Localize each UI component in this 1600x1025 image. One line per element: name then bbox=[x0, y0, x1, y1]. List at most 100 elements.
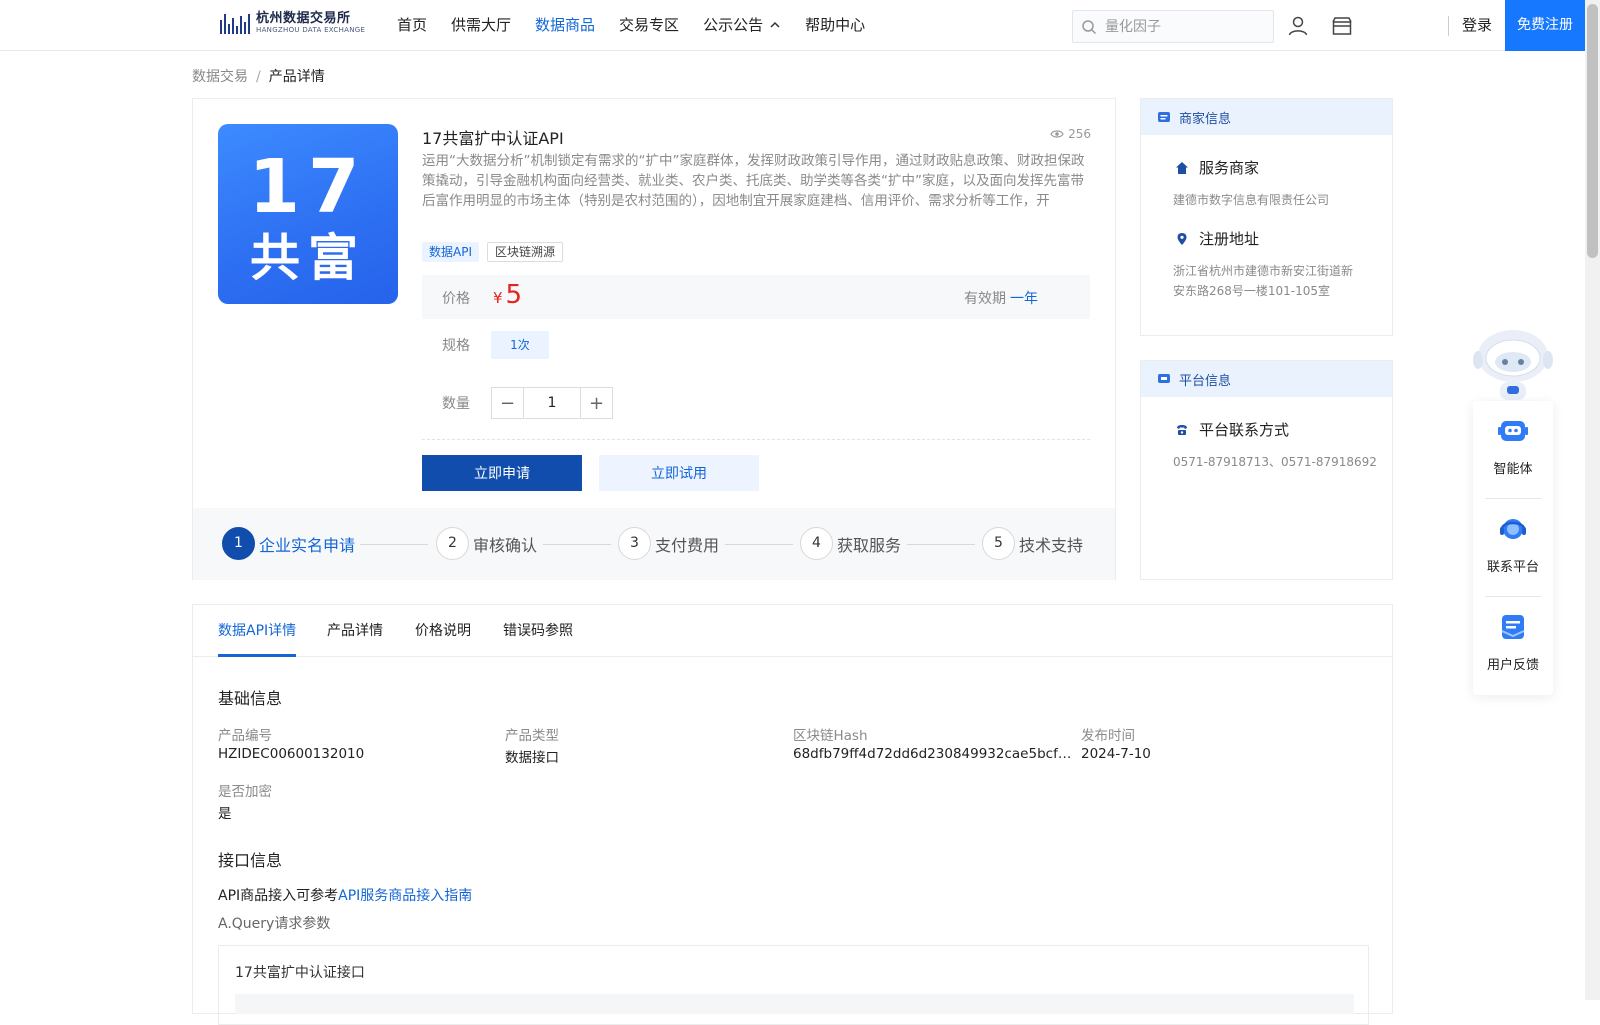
detail-tabs: 数据API详情 产品详情 价格说明 错误码参照 bbox=[193, 605, 1392, 657]
float-contact[interactable]: 联系平台 bbox=[1473, 499, 1553, 597]
logo[interactable]: 杭州数据交易所 HANGZHOU DATA EXCHANGE bbox=[220, 12, 365, 34]
step-label: 企业实名申请 bbox=[259, 535, 356, 555]
product-tags: 数据API 区块链溯源 bbox=[422, 242, 564, 262]
merchant-info-card: 商家信息 服务商家 建德市数字信息有限责任公司 注册地址 浙江省杭州市建德市新安… bbox=[1140, 98, 1393, 336]
chevron-up-icon bbox=[770, 21, 780, 28]
nav-home-label: 首页 bbox=[397, 16, 428, 34]
cover-number: 17 bbox=[248, 144, 368, 230]
step-1: 1 企业实名申请 bbox=[222, 527, 355, 560]
nav-announcements[interactable]: 公示公告 bbox=[703, 0, 781, 50]
float-agent-label: 智能体 bbox=[1493, 462, 1533, 477]
register-button[interactable]: 免费注册 bbox=[1505, 0, 1585, 51]
validity-label: 有效期 bbox=[964, 291, 1006, 307]
id-card-icon bbox=[1158, 112, 1170, 122]
nav-supply-demand[interactable]: 供需大厅 bbox=[451, 0, 511, 50]
price-value: ¥5 bbox=[493, 280, 522, 310]
headset-icon bbox=[1500, 519, 1526, 539]
login-link[interactable]: 登录 bbox=[1462, 0, 1492, 50]
step-4: 4 获取服务 bbox=[800, 527, 901, 560]
registered-address-heading: 注册地址 bbox=[1175, 228, 1392, 249]
phone-icon bbox=[1177, 424, 1187, 435]
nav-help-center[interactable]: 帮助中心 bbox=[805, 0, 865, 50]
quantity-value[interactable]: 1 bbox=[523, 388, 581, 418]
nav-announcements-label: 公示公告 bbox=[703, 16, 764, 34]
search-input[interactable] bbox=[1103, 17, 1263, 36]
spec-label: 规格 bbox=[442, 338, 470, 354]
float-contact-label: 联系平台 bbox=[1486, 560, 1539, 575]
product-type-label: 产品类型 bbox=[505, 728, 559, 744]
api-guide-prefix: API商品接入可参考 bbox=[218, 888, 339, 904]
api-guide-link[interactable]: API服务商品接入指南 bbox=[338, 888, 472, 904]
try-now-button[interactable]: 立即试用 bbox=[599, 455, 759, 491]
quantity-minus-button[interactable]: − bbox=[492, 388, 523, 418]
step-2: 2 审核确认 bbox=[436, 527, 537, 560]
platform-info-card: 平台信息 平台联系方式 0571-87918713、0571-87918692 bbox=[1140, 360, 1393, 580]
assistant-robot-icon[interactable] bbox=[1472, 326, 1554, 406]
encrypted-value: 是 bbox=[218, 806, 232, 822]
product-id-label: 产品编号 bbox=[218, 728, 272, 744]
page-scrollbar[interactable] bbox=[1585, 0, 1600, 1000]
monitor-icon bbox=[1158, 374, 1170, 383]
search-icon[interactable] bbox=[1081, 19, 1097, 35]
service-merchant-value: 建德市数字信息有限责任公司 bbox=[1173, 193, 1330, 207]
breadcrumb-data-trade[interactable]: 数据交易 bbox=[192, 69, 248, 85]
tag-blockchain: 区块链溯源 bbox=[487, 242, 564, 262]
platform-contact-value: 0571-87918713、0571-87918692 bbox=[1173, 455, 1377, 469]
user-icon[interactable] bbox=[1286, 14, 1310, 38]
api-guide-line: API商品接入可参考API服务商品接入指南 bbox=[218, 885, 472, 905]
scrollbar-thumb[interactable] bbox=[1587, 4, 1598, 258]
divider bbox=[422, 439, 1090, 440]
step-label: 技术支持 bbox=[1019, 535, 1084, 555]
registered-address-title: 注册地址 bbox=[1199, 230, 1260, 248]
tag-data-api: 数据API bbox=[422, 242, 479, 262]
product-id-value: HZIDEC00600132010 bbox=[218, 746, 365, 762]
tab-api-details[interactable]: 数据API详情 bbox=[218, 605, 297, 657]
apply-now-button[interactable]: 立即申请 bbox=[422, 455, 582, 491]
basic-info-title: 基础信息 bbox=[218, 689, 283, 708]
tab-error-codes[interactable]: 错误码参照 bbox=[503, 605, 573, 657]
service-merchant-heading: 服务商家 bbox=[1175, 157, 1392, 178]
step-connector bbox=[725, 544, 793, 545]
product-title: 17共富扩中认证API bbox=[422, 129, 564, 148]
float-agent[interactable]: 智能体 bbox=[1473, 401, 1553, 499]
product-cover-image: 17 共富 bbox=[218, 124, 398, 304]
tab-price-info[interactable]: 价格说明 bbox=[415, 605, 471, 657]
service-merchant-title: 服务商家 bbox=[1199, 159, 1260, 177]
breadcrumb-current: 产品详情 bbox=[268, 69, 325, 85]
step-number: 4 bbox=[800, 527, 833, 560]
price-box: 价格 ¥5 有效期 一年 bbox=[422, 275, 1090, 319]
breadcrumb-separator: / bbox=[256, 69, 261, 85]
home-icon bbox=[1176, 161, 1188, 174]
query-params-label: A.Query请求参数 bbox=[218, 916, 331, 932]
nav-home[interactable]: 首页 bbox=[397, 0, 427, 50]
float-feedback-label: 用户反馈 bbox=[1486, 658, 1539, 673]
step-number: 2 bbox=[436, 527, 469, 560]
store-icon[interactable] bbox=[1330, 14, 1354, 38]
quantity-plus-button[interactable]: + bbox=[581, 388, 612, 418]
nav-data-products[interactable]: 数据商品 bbox=[535, 0, 595, 50]
interface-box-title: 17共富扩中认证接口 bbox=[235, 965, 365, 981]
tab-product-details[interactable]: 产品详情 bbox=[327, 605, 383, 657]
publish-time-label: 发布时间 bbox=[1081, 728, 1135, 744]
step-label: 支付费用 bbox=[655, 535, 720, 555]
step-label: 审核确认 bbox=[473, 535, 538, 555]
nav-trading-zone[interactable]: 交易专区 bbox=[619, 0, 679, 50]
nav-trading-zone-label: 交易专区 bbox=[619, 16, 680, 34]
main-menu: 首页 供需大厅 数据商品 交易专区 公示公告 帮助中心 bbox=[397, 0, 889, 50]
float-feedback[interactable]: 用户反馈 bbox=[1473, 597, 1553, 695]
blockchain-hash-value: 68dfb79ff4d72dd6d230849932cae5bcfb6a... bbox=[793, 746, 1075, 762]
robot-icon bbox=[1498, 421, 1528, 441]
step-3: 3 支付费用 bbox=[618, 527, 719, 560]
validity-value: 一年 bbox=[1010, 291, 1038, 307]
search-box bbox=[1072, 10, 1274, 43]
top-navigation: 杭州数据交易所 HANGZHOU DATA EXCHANGE 首页 供需大厅 数… bbox=[0, 0, 1585, 51]
feedback-icon bbox=[1501, 615, 1525, 639]
blockchain-hash-label: 区块链Hash bbox=[793, 728, 868, 744]
floating-service-panel: 智能体 联系平台 用户反馈 bbox=[1473, 401, 1553, 695]
currency-symbol: ¥ bbox=[493, 289, 503, 307]
spec-option[interactable]: 1次 bbox=[491, 331, 549, 359]
publish-time-value: 2024-7-10 bbox=[1081, 746, 1151, 762]
interface-box: 17共富扩中认证接口 bbox=[218, 945, 1369, 1025]
quantity-label: 数量 bbox=[442, 396, 470, 412]
logo-chinese-name: 杭州数据交易所 bbox=[256, 11, 351, 26]
